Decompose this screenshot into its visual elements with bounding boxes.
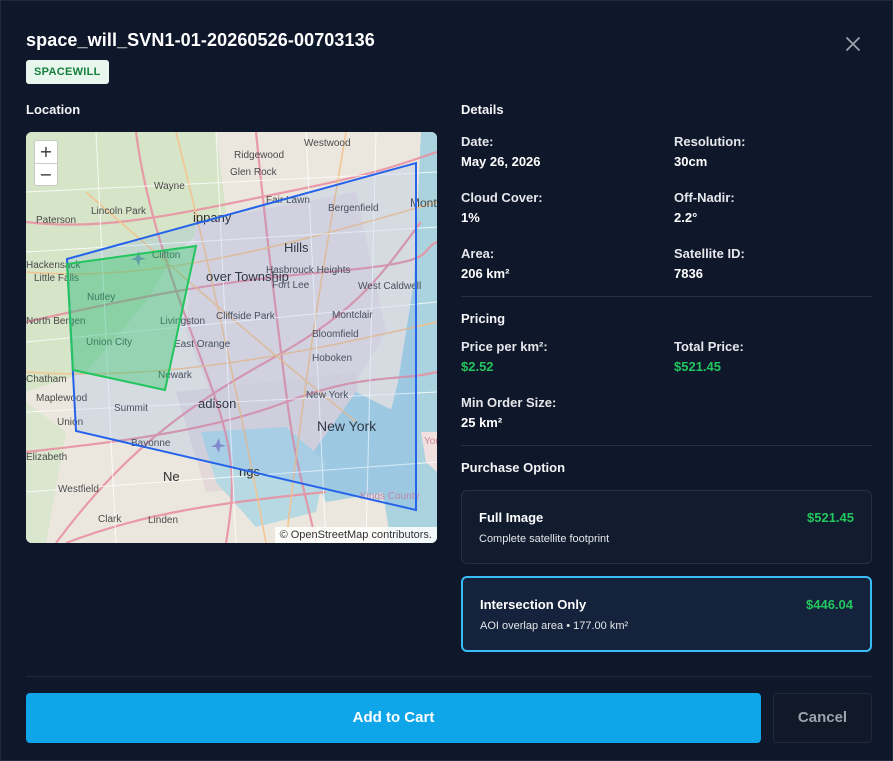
detail-area: Area: 206 km² <box>461 246 509 281</box>
add-to-cart-button[interactable]: Add to Cart <box>26 693 761 743</box>
map-attribution[interactable]: © OpenStreetMap contributors. <box>274 527 437 543</box>
pricing-per-km: Price per km²: $2.52 <box>461 339 548 374</box>
map-label-linden: Linden <box>148 515 178 526</box>
detail-date-label: Date: <box>461 134 494 149</box>
option-price: $446.04 <box>806 597 853 612</box>
map-label-wayne: Wayne <box>154 181 185 192</box>
map-label-lincoln-park: Lincoln Park <box>91 206 147 217</box>
map-label-ne: Yonk <box>424 436 437 447</box>
divider <box>461 296 872 297</box>
map-tiles[interactable]: Westwood Ridgewood Glen Rock Wayne Fair … <box>26 132 437 543</box>
purchase-heading: Purchase Option <box>461 460 566 475</box>
detail-area-value: 206 km² <box>461 266 510 281</box>
detail-off-nadir-label: Off-Nadir: <box>674 190 735 205</box>
zoom-in-button[interactable]: + <box>35 141 57 163</box>
detail-resolution-value: 30cm <box>674 154 708 169</box>
modal-title: space_will_SVN1-01-20260526-00703136 <box>26 30 375 50</box>
map-label-montville: Paterson <box>36 215 76 226</box>
map-label-westwood: Westwood <box>304 138 351 149</box>
map-label-adison: Chatham <box>26 374 67 385</box>
detail-off-nadir-value: 2.2° <box>674 210 698 225</box>
detail-off-nadir: Off-Nadir: 2.2° <box>674 190 735 225</box>
detail-date-value: May 26, 2026 <box>461 154 541 169</box>
detail-date: Date: May 26, 2026 <box>461 134 541 169</box>
option-name: Intersection Only <box>480 597 587 612</box>
total-price-value: $521.45 <box>674 359 721 374</box>
min-order-label: Min Order Size: <box>461 395 557 410</box>
divider <box>461 445 872 446</box>
map-label-elizabeth: Ne <box>163 469 180 484</box>
min-order-value: 25 km² <box>461 415 503 430</box>
zoom-out-button[interactable]: − <box>35 163 57 185</box>
location-heading: Location <box>26 102 81 117</box>
price-per-km-label: Price per km²: <box>461 339 548 354</box>
detail-cloud-cover: Cloud Cover: 1% <box>461 190 543 225</box>
map-label-clark: Clark <box>98 514 122 525</box>
close-icon[interactable] <box>843 34 863 54</box>
detail-satellite-id-label: Satellite ID: <box>674 246 745 261</box>
option-price: $521.45 <box>807 510 854 525</box>
map-label-ngs: Elizabeth <box>26 452 67 463</box>
purchase-option-intersection[interactable]: Intersection Only $446.04 AOI overlap ar… <box>461 576 872 652</box>
location-map[interactable]: Westwood Ridgewood Glen Rock Wayne Fair … <box>26 132 437 543</box>
option-description: AOI overlap area • 177.00 km² <box>480 620 629 632</box>
detail-satellite-id-value: 7836 <box>674 266 703 281</box>
detail-cloud-cover-label: Cloud Cover: <box>461 190 543 205</box>
price-per-km-value: $2.52 <box>461 359 494 374</box>
map-label-westfield: Westfield <box>58 484 99 495</box>
total-price-label: Total Price: <box>674 339 744 354</box>
details-heading: Details <box>461 102 504 117</box>
provider-badge: SPACEWILL <box>26 60 109 84</box>
detail-area-label: Area: <box>461 246 495 261</box>
cancel-button[interactable]: Cancel <box>773 693 872 743</box>
option-name: Full Image <box>479 510 544 525</box>
detail-satellite-id: Satellite ID: 7836 <box>674 246 745 281</box>
product-detail-modal: space_will_SVN1-01-20260526-00703136 SPA… <box>0 0 893 761</box>
option-description: Complete satellite footprint <box>479 533 610 545</box>
map-label-ridgewood: Ridgewood <box>234 150 284 161</box>
pricing-heading: Pricing <box>461 311 506 326</box>
detail-cloud-cover-value: 1% <box>461 210 480 225</box>
zoom-control: + − <box>34 140 58 186</box>
detail-resolution: Resolution: 30cm <box>674 134 746 169</box>
purchase-option-full-image[interactable]: Full Image $521.45 Complete satellite fo… <box>461 490 872 564</box>
map-label-glen-rock: Glen Rock <box>230 167 278 178</box>
pricing-min-order: Min Order Size: 25 km² <box>461 395 556 430</box>
pricing-total: Total Price: $521.45 <box>674 339 744 374</box>
detail-resolution-label: Resolution: <box>674 134 746 149</box>
footer-divider <box>26 676 872 677</box>
